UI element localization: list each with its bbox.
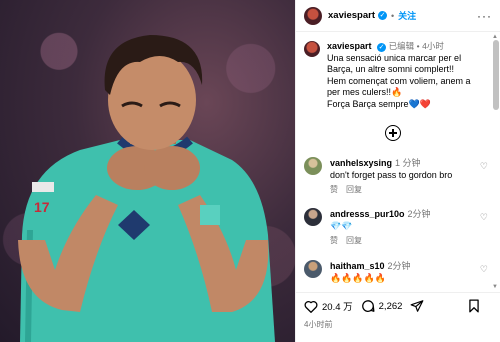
comment-body: vanhelsxysing 1 分钟 don't forget pass to g… [330, 157, 452, 196]
comment-heart-icon[interactable]: ♡ [480, 264, 488, 275]
like-action[interactable]: 20.4 万 [304, 299, 353, 313]
share-icon[interactable] [410, 299, 424, 313]
comment-item: vanhelsxysing 1 分钟 don't forget pass to g… [296, 157, 490, 196]
caption-last-line: Força Barça sempre💙❤️ [327, 99, 471, 111]
comment-time: 2分钟 [407, 209, 431, 219]
post-time[interactable]: 4小时前 [304, 319, 492, 330]
post-caption: xaviespart ✓ 已编辑 • 4小时 Una sensació unic… [296, 33, 490, 110]
caption-content: xaviespart ✓ 已编辑 • 4小时 Una sensació unic… [327, 41, 471, 110]
post-viewer: 17 xaviespart ✓ • 关注 ··· ▲ ▼ xaviespart … [0, 0, 500, 342]
caption-line: Una sensació unica marcar per el [327, 52, 462, 63]
comment-action[interactable]: 2,262 [361, 299, 403, 313]
share-action[interactable] [410, 299, 428, 313]
post-actions-bar: 20.4 万 2,262 4小时前 [296, 292, 500, 342]
comment-count: 2,262 [378, 300, 403, 312]
comment-reply-button[interactable]: 回复 [346, 185, 362, 194]
scroll-down-arrow[interactable]: ▼ [492, 284, 498, 290]
comment-icon[interactable] [361, 299, 375, 313]
like-count: 20.4 万 [322, 302, 353, 313]
heart-icon[interactable] [304, 300, 318, 313]
caption-line: Hem començat com voliem, anem a [327, 75, 471, 86]
commenter-username[interactable]: vanhelsxysing [330, 158, 392, 168]
comment-reply-button[interactable]: 回复 [346, 236, 362, 245]
comment-time: 1 分钟 [395, 158, 421, 168]
comment-heart-icon[interactable]: ♡ [480, 212, 488, 223]
comment-actions: 赞回复 [330, 235, 431, 247]
comment-like-button[interactable]: 赞 [330, 185, 338, 194]
comment-item: haitham_s10 2分钟 🔥🔥🔥🔥🔥 ♡ [296, 260, 490, 284]
comment-item: andresss_pur10o 2分钟 💎💎 赞回复 ♡ [296, 208, 490, 247]
header-separator: • [391, 10, 395, 21]
post-photo[interactable]: 17 [0, 0, 295, 342]
comment-body: haitham_s10 2分钟 🔥🔥🔥🔥🔥 [330, 260, 411, 284]
caption-line: per mes culers!!🔥 [327, 87, 403, 97]
author-username[interactable]: xaviespart [328, 10, 375, 21]
scrollbar-thumb[interactable] [493, 40, 499, 110]
caption-separator: • [416, 41, 420, 51]
comment-heart-icon[interactable]: ♡ [480, 161, 488, 172]
caption-edited: 已编辑 [388, 41, 415, 51]
commenter-avatar[interactable] [304, 157, 322, 175]
caption-line: Força Barça sempre [327, 98, 409, 109]
comment-actions: 赞回复 [330, 184, 452, 196]
bookmark-icon[interactable] [468, 299, 480, 313]
author-avatar[interactable] [304, 6, 322, 25]
svg-text:17: 17 [34, 199, 50, 215]
verified-icon: ✓ [377, 43, 387, 52]
comment-text: 🔥🔥🔥🔥🔥 [330, 273, 387, 283]
caption-avatar[interactable] [304, 41, 320, 57]
comment-body: andresss_pur10o 2分钟 💎💎 赞回复 [330, 208, 431, 247]
actions-row: 20.4 万 2,262 [304, 299, 492, 313]
commenter-username[interactable]: haitham_s10 [330, 261, 385, 271]
comment-text: don't forget pass to gordon bro [330, 170, 453, 180]
comments-area: xaviespart ✓ 已编辑 • 4小时 Una sensació unic… [296, 33, 490, 292]
caption-username[interactable]: xaviespart [327, 41, 372, 51]
post-header: xaviespart ✓ • 关注 ··· [296, 0, 500, 32]
verified-icon: ✓ [378, 11, 388, 20]
follow-button[interactable]: 关注 [398, 9, 416, 22]
caption-time[interactable]: 4小时 [422, 41, 444, 51]
post-detail-panel: xaviespart ✓ • 关注 ··· ▲ ▼ xaviespart ✓ 已… [295, 0, 500, 342]
more-icon[interactable]: ··· [477, 9, 492, 23]
caption-line: Barça, un altre somni complert!! [327, 64, 455, 74]
save-action[interactable] [468, 299, 484, 313]
commenter-username[interactable]: andresss_pur10o [330, 209, 405, 219]
comment-time: 2分钟 [387, 261, 411, 271]
comment-text: 💎💎 [330, 221, 353, 231]
red-heart-emoji: ❤️ [419, 98, 431, 109]
comment-like-button[interactable]: 赞 [330, 236, 338, 245]
add-comment-icon[interactable] [385, 125, 401, 141]
player-illustration: 17 [18, 35, 275, 342]
commenter-avatar[interactable] [304, 208, 322, 226]
blue-heart-emoji: 💙 [408, 98, 420, 109]
commenter-avatar[interactable] [304, 260, 322, 278]
